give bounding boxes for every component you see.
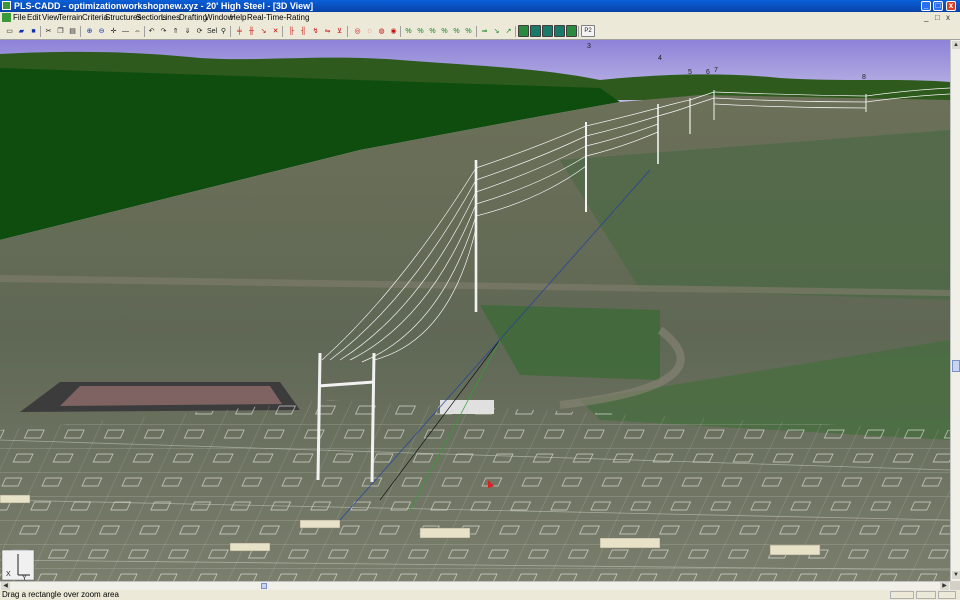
wire-report-icon[interactable]: ↯ xyxy=(310,25,321,37)
horizontal-scroll-thumb[interactable] xyxy=(261,583,267,589)
menu-real-time-rating[interactable]: Real-Time-Rating xyxy=(247,12,309,23)
view-photo-icon[interactable] xyxy=(518,25,529,37)
vertical-scrollbar[interactable]: ▲ ▼ xyxy=(950,40,960,581)
structure-delete-icon[interactable]: ╫ xyxy=(246,25,257,37)
cut-icon[interactable]: ✂ xyxy=(43,25,54,37)
structure-number-7: 7 xyxy=(714,67,718,74)
rotate-up-icon[interactable]: ⇑ xyxy=(170,25,181,37)
menu-criteria[interactable]: Criteria xyxy=(82,12,108,23)
menu-drafting[interactable]: Drafting xyxy=(179,12,207,23)
minimize-button[interactable]: _ xyxy=(921,1,931,11)
open-icon[interactable]: ▰ xyxy=(16,25,27,37)
paste-icon[interactable]: ▤ xyxy=(67,25,78,37)
structure-add-icon[interactable]: ⚲ xyxy=(218,25,229,37)
scroll-right-icon[interactable]: ▶ xyxy=(940,582,949,590)
align-1-icon[interactable]: % xyxy=(439,25,450,37)
scroll-left-icon[interactable]: ◀ xyxy=(1,582,10,590)
new-icon[interactable]: ▭ xyxy=(4,25,15,37)
wire-tension-icon[interactable]: ╟ xyxy=(286,25,297,37)
menu-lines[interactable]: Lines xyxy=(161,12,180,23)
percent-2-icon[interactable]: ◉ xyxy=(388,25,399,37)
check-icon[interactable]: ◌ xyxy=(364,25,375,37)
rotate-down-icon[interactable]: ⇓ xyxy=(182,25,193,37)
status-cell-3 xyxy=(938,591,956,599)
zoom-full-icon[interactable]: ⇔ xyxy=(132,25,143,37)
maximize-button[interactable]: □ xyxy=(933,1,943,11)
weather-icon[interactable]: ◎ xyxy=(352,25,363,37)
toolbar: ▭ ▰ ■ ✂ ❐ ▤ ⊕ ⊖ ✛ — ⇔ ↶ ↷ ⇑ ⇓ ⟳ Sel ⚲ ╪ … xyxy=(0,23,960,40)
scroll-corner xyxy=(950,581,960,590)
structure-number-4: 4 xyxy=(658,55,662,62)
wire-clearance-icon[interactable]: ╢ xyxy=(298,25,309,37)
mdi-restore-button[interactable]: □ xyxy=(935,12,940,23)
document-icon[interactable] xyxy=(2,13,11,22)
structure-edit-icon[interactable]: ↘ xyxy=(258,25,269,37)
scroll-down-icon[interactable]: ▼ xyxy=(952,571,960,579)
app-icon[interactable] xyxy=(2,1,11,10)
structure-move-icon[interactable]: ╪ xyxy=(234,25,245,37)
structure-number-6: 6 xyxy=(706,69,710,76)
pan-icon[interactable]: ✛ xyxy=(108,25,119,37)
menu-bar: File Edit View Terrain Criteria Structur… xyxy=(0,12,960,23)
status-cell-1 xyxy=(890,591,914,599)
copy-icon[interactable]: ❐ xyxy=(55,25,66,37)
status-bar: Drag a rectangle over zoom area xyxy=(0,590,960,600)
3d-view[interactable]: 3 4 5 6 7 8 X Y xyxy=(0,40,950,581)
view-3d-icon[interactable] xyxy=(542,25,553,37)
zoom-out-icon[interactable]: ⊖ xyxy=(96,25,107,37)
axis-x-label: X xyxy=(6,571,11,578)
load-case-icon[interactable]: ⊻ xyxy=(334,25,345,37)
rotate-right-icon[interactable]: ↷ xyxy=(158,25,169,37)
p2-button[interactable]: P2 xyxy=(581,25,595,37)
criteria-icon[interactable]: ⇋ xyxy=(322,25,333,37)
wire-sag-icon[interactable]: ✕ xyxy=(270,25,281,37)
axis-indicator: X Y xyxy=(1,549,35,581)
menu-file[interactable]: File xyxy=(13,12,26,23)
status-cell-2 xyxy=(916,591,936,599)
scroll-up-icon[interactable]: ▲ xyxy=(952,41,960,49)
menu-view[interactable]: View xyxy=(42,12,59,23)
percent-4-icon[interactable]: % xyxy=(415,25,426,37)
view-layers-icon[interactable] xyxy=(566,25,577,37)
menu-help[interactable]: Help xyxy=(230,12,246,23)
view-wire-icon[interactable]: ↘ xyxy=(491,25,502,37)
horizontal-scrollbar[interactable]: ◀ ▶ xyxy=(0,581,950,590)
title-bar[interactable]: PLS-CADD - optimizationworkshopnew.xyz -… xyxy=(0,0,960,12)
menu-edit[interactable]: Edit xyxy=(27,12,41,23)
align-3-icon[interactable]: % xyxy=(463,25,474,37)
select-icon[interactable]: Sel xyxy=(206,25,218,37)
structure-number-8: 8 xyxy=(862,74,866,81)
zoom-in-icon[interactable]: ⊕ xyxy=(84,25,95,37)
zoom-window-icon[interactable]: — xyxy=(120,25,131,37)
view-solid-icon[interactable]: ⇒ xyxy=(479,25,490,37)
view-terrain-icon[interactable]: ↗ xyxy=(503,25,514,37)
window-title: PLS-CADD - optimizationworkshopnew.xyz -… xyxy=(14,1,314,11)
close-button[interactable]: x xyxy=(946,1,956,11)
save-icon[interactable]: ■ xyxy=(28,25,39,37)
building-detail xyxy=(60,386,282,406)
structure-number-5: 5 xyxy=(688,69,692,76)
view-render-icon[interactable] xyxy=(554,25,565,37)
view-text-icon[interactable] xyxy=(530,25,541,37)
vertical-scroll-thumb[interactable] xyxy=(952,360,960,372)
mdi-minimize-button[interactable]: _ xyxy=(924,12,928,23)
percent-5-icon[interactable]: % xyxy=(427,25,438,37)
structure-number-3: 3 xyxy=(587,43,591,50)
percent-3-icon[interactable]: % xyxy=(403,25,414,37)
3d-scene[interactable]: 3 4 5 6 7 8 X Y xyxy=(0,40,950,581)
align-2-icon[interactable]: % xyxy=(451,25,462,37)
percent-1-icon[interactable]: ◍ xyxy=(376,25,387,37)
redraw-icon[interactable]: ⟳ xyxy=(194,25,205,37)
mdi-close-button[interactable]: x xyxy=(946,12,950,23)
rotate-left-icon[interactable]: ↶ xyxy=(146,25,157,37)
status-text: Drag a rectangle over zoom area xyxy=(2,590,119,599)
menu-terrain[interactable]: Terrain xyxy=(58,12,82,23)
